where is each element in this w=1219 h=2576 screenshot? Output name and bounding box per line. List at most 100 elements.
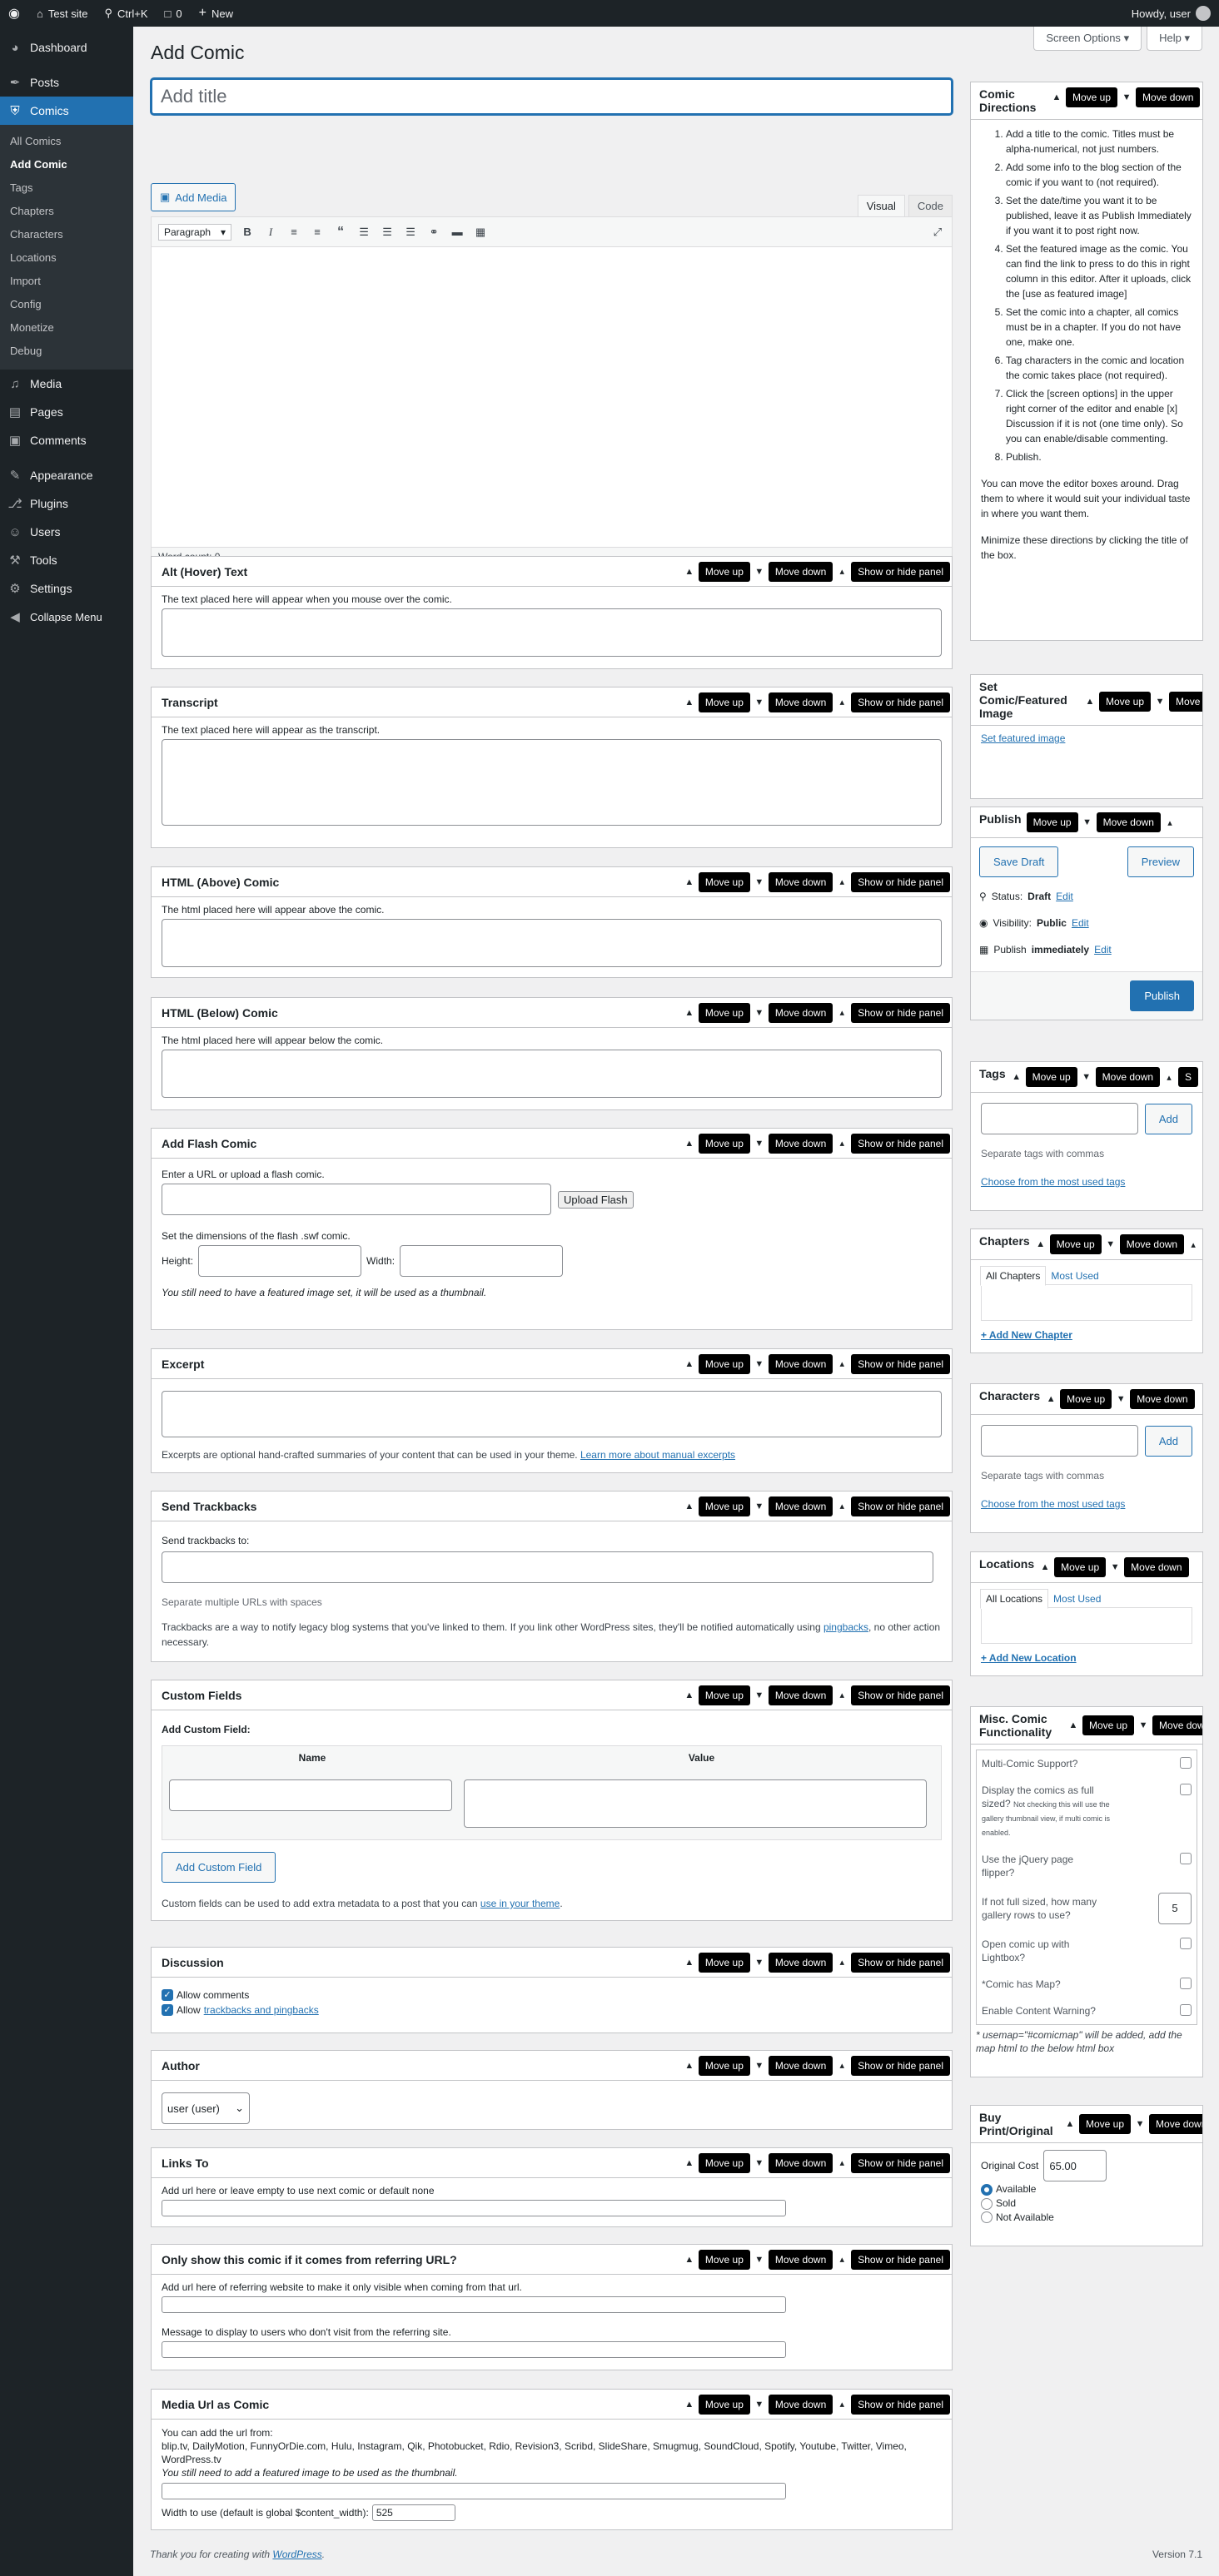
choose-characters-link[interactable]: Choose from the most used tags [981,1498,1125,1510]
box-title[interactable]: Chapters [979,1234,1030,1248]
sidebar-item-media[interactable]: ♫ Media [0,370,133,398]
tab-visual[interactable]: Visual [857,195,905,216]
submenu-all-comics[interactable]: All Comics [0,130,133,153]
move-up-button[interactable]: Move up [698,1496,750,1516]
move-down-button[interactable]: Move down [1130,1389,1195,1409]
move-down-button[interactable]: Move down [768,1133,833,1154]
sidebar-item-comments[interactable]: ▣ Comments [0,426,133,454]
move-up-button[interactable]: Move up [1026,812,1078,832]
move-up-button[interactable]: Move up [698,692,750,712]
choose-tags-link[interactable]: Choose from the most used tags [981,1176,1125,1188]
align-right-icon[interactable]: ☰ [403,226,418,239]
box-title[interactable]: Alt (Hover) Text [162,565,684,578]
submenu-characters[interactable]: Characters [0,223,133,246]
html-below-textarea[interactable] [162,1050,942,1098]
move-up-button[interactable]: Move up [698,1952,750,1973]
move-up-button[interactable]: Move up [1082,1715,1135,1735]
flash-height-input[interactable] [198,1245,362,1277]
move-down-button[interactable]: Move down [768,561,833,582]
box-title[interactable]: Excerpt [162,1357,684,1371]
box-title[interactable]: Custom Fields [162,1689,684,1702]
move-up-button[interactable]: Move up [698,1353,750,1374]
add-media-button[interactable]: ▣ Add Media [151,183,236,211]
full-size-checkbox[interactable] [1180,1784,1192,1795]
move-down-button[interactable]: Move down [1169,692,1202,712]
edit-status-link[interactable]: Edit [1056,891,1073,902]
comments-link[interactable]: □ 0 [157,0,191,27]
sidebar-item-appearance[interactable]: ✎ Appearance [0,461,133,489]
move-down-button[interactable]: Move down [768,2249,833,2270]
move-up-button[interactable]: Move up [698,1002,750,1023]
custom-field-value-textarea[interactable] [464,1779,927,1828]
toggle-panel-button[interactable]: Show or hide panel [851,871,950,892]
move-up-button[interactable]: Move up [698,1133,750,1154]
move-up-button[interactable]: Move up [698,2394,750,2415]
publish-button[interactable]: Publish [1130,980,1194,1011]
toggle-panel-button[interactable]: Show or hide panel [851,1496,950,1516]
submenu-import[interactable]: Import [0,270,133,293]
toggle-panel-button[interactable]: Show or hide panel [851,2249,950,2270]
move-up-button[interactable]: Move up [698,1685,750,1705]
use-in-theme-link[interactable]: use in your theme [480,1898,560,1909]
set-featured-image-link[interactable]: Set featured image [981,732,1065,744]
move-up-button[interactable]: Move up [1066,87,1118,107]
available-radio[interactable] [981,2183,993,2196]
sidebar-item-plugins[interactable]: ⎇ Plugins [0,489,133,518]
align-center-icon[interactable]: ☰ [380,226,395,239]
toggle-panel-button[interactable]: Show or hide panel [851,2055,950,2076]
move-up-button[interactable]: Move up [698,2152,750,2173]
move-up-button[interactable]: Move up [698,2249,750,2270]
move-down-button[interactable]: Move down [768,2055,833,2076]
upload-flash-button[interactable]: Upload Flash [558,1190,634,1209]
move-up-button[interactable]: Move up [698,561,750,582]
site-name-link[interactable]: ⌂ Test site [28,0,97,27]
multi-comic-checkbox[interactable] [1180,1757,1192,1769]
box-title[interactable]: HTML (Above) Comic [162,876,684,889]
box-title[interactable]: Misc. Comic Functionality [979,1712,1062,1739]
move-up-button[interactable]: Move up [1060,1389,1112,1409]
editor-area[interactable]: Paragraph▾ B I ≡ ≡ “ ☰ ☰ ☰ ⚭ ▬ ▦ ⤢ Word … [151,216,953,566]
transcript-textarea[interactable] [162,739,942,826]
command-palette[interactable]: ⚲ Ctrl+K [97,0,157,27]
media-url-input[interactable] [162,2483,786,2499]
alt-text-textarea[interactable] [162,608,942,657]
sidebar-item-users[interactable]: ☺ Users [0,518,133,546]
move-up-button[interactable]: Move up [1099,692,1152,712]
comic-map-checkbox[interactable] [1180,1978,1192,1989]
account-menu[interactable]: Howdy, user [1123,0,1219,27]
sidebar-item-pages[interactable]: ▤ Pages [0,398,133,426]
sidebar-item-posts[interactable]: ✒ Posts [0,68,133,97]
blockquote-icon[interactable]: “ [333,225,348,240]
preview-button[interactable]: Preview [1127,846,1194,877]
characters-input[interactable] [981,1425,1138,1457]
move-down-button[interactable]: Move down [768,1002,833,1023]
move-down-button[interactable]: Move down [1096,812,1161,832]
tags-input[interactable] [981,1103,1138,1134]
allow-trackbacks-checkbox[interactable]: ✓ [162,2004,173,2016]
media-width-input[interactable]: 525 [371,2504,455,2521]
move-down-button[interactable]: Move down [768,2152,833,2173]
move-down-button[interactable]: Move down [1124,1557,1189,1577]
pingbacks-link[interactable]: pingbacks [823,1621,868,1633]
toggle-panel-button[interactable]: Show or hide panel [851,2394,950,2415]
wordpress-link[interactable]: WordPress [272,2549,321,2560]
add-new-chapter-link[interactable]: + Add New Chapter [981,1329,1072,1341]
move-down-button[interactable]: Move down [1119,1234,1185,1254]
read-more-icon[interactable]: ▬ [450,226,465,238]
toggle-panel-button[interactable]: Show or hide panel [851,1002,950,1023]
move-up-button[interactable]: Move up [698,871,750,892]
numbered-list-icon[interactable]: ≡ [310,226,325,238]
trackbacks-input[interactable] [162,1551,933,1583]
sidebar-item-comics[interactable]: ⛨ Comics [0,97,133,125]
sidebar-item-settings[interactable]: ⚙ Settings [0,574,133,603]
box-title[interactable]: Only show this comic if it comes from re… [162,2253,684,2266]
tab-most-used[interactable]: Most Used [1046,1267,1103,1285]
bold-icon[interactable]: B [240,226,255,238]
allow-comments-checkbox[interactable]: ✓ [162,1989,173,2001]
move-down-button[interactable]: Move down [768,871,833,892]
toggle-panel-button[interactable]: Show or hide panel [851,1353,950,1374]
help-button[interactable]: Help ▾ [1147,27,1202,51]
move-down-button[interactable]: Move down [768,692,833,712]
sold-radio[interactable] [981,2197,993,2210]
box-title[interactable]: Author [162,2059,684,2072]
